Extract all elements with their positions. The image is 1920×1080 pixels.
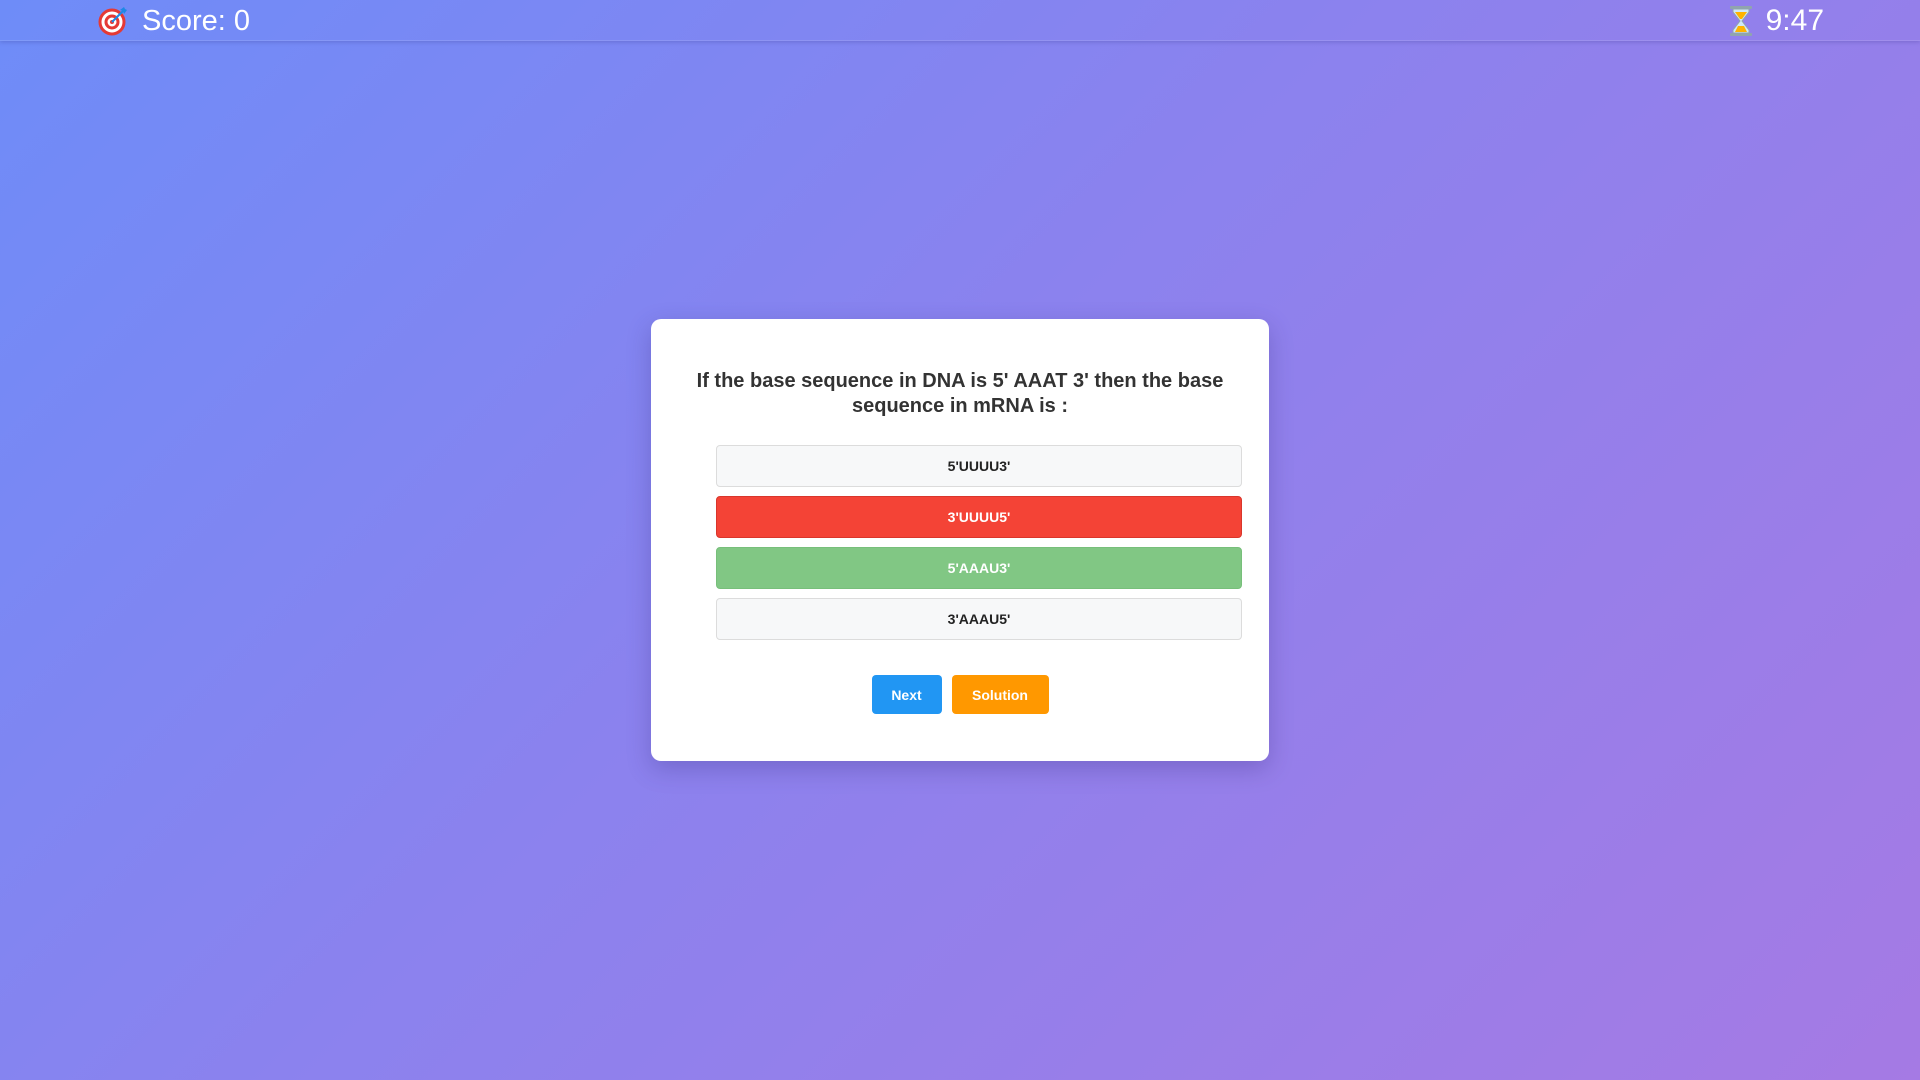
answer-option-4[interactable]: 3'AAAU5' (716, 598, 1242, 640)
answer-option-label: 5'AAAU3' (947, 560, 1011, 576)
score-text: Score: 0 (142, 4, 250, 37)
next-button[interactable]: Next (871, 675, 942, 714)
target-icon (98, 6, 128, 36)
hourglass-icon (1728, 5, 1754, 37)
answer-option-2[interactable]: 3'UUUU5' (716, 496, 1242, 538)
timer-display: 9:47 (1728, 3, 1824, 39)
question-text: If the base sequence in DNA is 5' AAAT 3… (696, 370, 1224, 417)
answer-option-label: 5'UUUU3' (947, 458, 1011, 474)
answer-option-3[interactable]: 5'AAAU3' (716, 547, 1242, 589)
answer-option-1[interactable]: 5'UUUU3' (716, 445, 1242, 487)
answer-options: 5'UUUU3' 3'UUUU5' 5'AAAU3' 3'AAAU5' (716, 445, 1242, 649)
answer-option-label: 3'AAAU5' (947, 611, 1011, 627)
answer-option-label: 3'UUUU5' (947, 509, 1011, 525)
quiz-card: If the base sequence in DNA is 5' AAAT 3… (651, 319, 1269, 761)
score-display: Score: 0 (98, 3, 250, 39)
action-buttons: Next Solution (651, 675, 1269, 714)
top-bar: Score: 0 9:47 (0, 0, 1920, 41)
timer-text: 9:47 (1765, 4, 1824, 37)
solution-button[interactable]: Solution (951, 675, 1049, 714)
